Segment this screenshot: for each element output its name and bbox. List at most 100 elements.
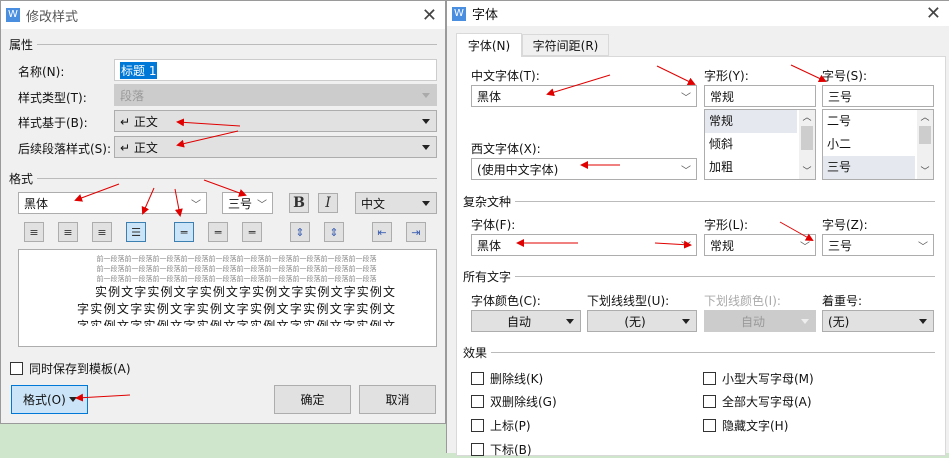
- tab-font[interactable]: 字体(N): [456, 33, 522, 57]
- checkbox-label: 隐藏文字(H): [722, 419, 789, 433]
- chevron-down-icon[interactable]: ﹀: [917, 164, 933, 177]
- list-item[interactable]: 倾斜: [705, 133, 797, 156]
- all-caps-checkbox[interactable]: 全部大写字母(A): [703, 393, 812, 410]
- scrollbar[interactable]: ︿ ﹀: [917, 110, 933, 179]
- font-select[interactable]: 黑体 ﹀: [18, 192, 207, 214]
- language-value: 中文: [361, 196, 386, 211]
- size-listbox[interactable]: 二号 小二 三号 ︿ ﹀: [822, 109, 934, 180]
- underline-color-select: 自动: [704, 310, 816, 332]
- chevron-down-icon: ﹀: [918, 241, 928, 253]
- west-font-select[interactable]: (使用中文字体) ﹀: [471, 158, 697, 180]
- list-item[interactable]: 加粗: [705, 156, 797, 179]
- cx-size-value: 三号: [828, 238, 853, 253]
- size-select[interactable]: 三号 ﹀: [222, 192, 273, 214]
- cn-font-select[interactable]: 黑体 ﹀: [471, 85, 697, 107]
- group-properties: 属性: [9, 36, 437, 53]
- underline-color-label: 下划线颜色(I):: [704, 294, 781, 308]
- cx-size-label: 字号(Z):: [822, 218, 868, 232]
- list-item[interactable]: 三号: [823, 156, 915, 179]
- preview-previous-paragraph: 前一段落前一段落前一段落前一段落前一段落前一段落前一段落前一段落前一段落前一段落: [96, 255, 377, 263]
- scrollbar-thumb[interactable]: [919, 126, 931, 144]
- dropdown-arrow-icon: [919, 318, 927, 324]
- cx-style-select[interactable]: 常规 ﹀: [704, 234, 816, 256]
- language-select[interactable]: 中文: [355, 192, 437, 214]
- checkbox-icon: [471, 443, 484, 456]
- cn-font-label: 中文字体(T):: [471, 69, 540, 83]
- underline-style-select[interactable]: (无): [587, 310, 697, 332]
- style-input[interactable]: 常规: [704, 85, 816, 107]
- west-font-label: 西文字体(X):: [471, 142, 541, 156]
- increase-para-spacing-icon[interactable]: ⇕: [290, 222, 310, 242]
- checkbox-icon: [703, 372, 716, 385]
- subscript-checkbox[interactable]: 下标(B): [471, 441, 532, 458]
- scrollbar-thumb[interactable]: [801, 126, 813, 150]
- double-spacing-icon[interactable]: ═: [242, 222, 262, 242]
- double-strikethrough-checkbox[interactable]: 双删除线(G): [471, 393, 557, 410]
- checkbox-icon: [703, 395, 716, 408]
- checkbox-label: 删除线(K): [490, 372, 544, 386]
- font-value: 黑体: [24, 196, 49, 211]
- decrease-para-spacing-icon[interactable]: ⇕: [324, 222, 344, 242]
- cx-size-select[interactable]: 三号 ﹀: [822, 234, 934, 256]
- style-preview: 前一段落前一段落前一段落前一段落前一段落前一段落前一段落前一段落前一段落前一段落…: [18, 249, 437, 347]
- close-icon[interactable]: ✕: [926, 3, 941, 24]
- dropdown-arrow-icon: [422, 118, 430, 124]
- dropdown-arrow-icon: [69, 397, 77, 402]
- chevron-up-icon[interactable]: ︿: [799, 110, 815, 123]
- dialog-title: 修改样式: [26, 9, 79, 25]
- group-label: 所有文字: [463, 270, 512, 284]
- wps-logo-icon: W: [6, 8, 20, 22]
- tab-character-spacing[interactable]: 字符间距(R): [522, 34, 609, 56]
- style-listbox[interactable]: 常规 倾斜 加粗 ︿ ﹀: [704, 109, 816, 180]
- superscript-checkbox[interactable]: 上标(P): [471, 417, 531, 434]
- font-color-select[interactable]: 自动: [471, 310, 581, 332]
- align-center-icon[interactable]: ≡: [58, 222, 78, 242]
- small-caps-checkbox[interactable]: 小型大写字母(M): [703, 370, 814, 387]
- cn-font-value: 黑体: [477, 89, 502, 104]
- format-menu-button[interactable]: 格式(O): [11, 385, 88, 414]
- style-type-select: 段落: [114, 84, 437, 106]
- next-style-label: 后续段落样式(S):: [18, 142, 112, 156]
- align-right-icon[interactable]: ≡: [92, 222, 112, 242]
- ok-button[interactable]: 确定: [274, 385, 351, 414]
- emphasis-mark-select[interactable]: (无): [822, 310, 934, 332]
- scrollbar[interactable]: ︿ ﹀: [799, 110, 815, 179]
- name-input[interactable]: 标题 1: [114, 59, 437, 81]
- align-left-icon[interactable]: ≡: [24, 222, 44, 242]
- decrease-indent-icon[interactable]: ⇤: [372, 222, 392, 242]
- single-spacing-icon[interactable]: ═: [174, 222, 194, 242]
- close-icon[interactable]: ✕: [422, 5, 437, 26]
- size-value: 三号: [828, 89, 853, 104]
- strikethrough-checkbox[interactable]: 删除线(K): [471, 370, 543, 387]
- save-to-template-checkbox[interactable]: 同时保存到模板(A): [10, 360, 131, 377]
- increase-indent-icon[interactable]: ⇥: [406, 222, 426, 242]
- list-item[interactable]: 常规: [705, 110, 797, 133]
- hidden-text-checkbox[interactable]: 隐藏文字(H): [703, 417, 788, 434]
- italic-button[interactable]: I: [318, 193, 338, 213]
- underline-style-label: 下划线线型(U):: [587, 294, 670, 308]
- next-style-select[interactable]: ↵ 正文: [114, 136, 437, 158]
- size-input[interactable]: 三号: [822, 85, 934, 107]
- list-item[interactable]: 二号: [823, 110, 915, 133]
- font-color-value: 自动: [506, 314, 531, 329]
- title-bar: W 字体 ✕: [447, 1, 949, 26]
- checkbox-label: 小型大写字母(M): [722, 372, 814, 386]
- title-bar: W 修改样式 ✕: [1, 1, 445, 29]
- align-justify-icon[interactable]: ☰: [126, 222, 146, 242]
- preview-previous-paragraph: 前一段落前一段落前一段落前一段落前一段落前一段落前一段落前一段落前一段落前一段落: [96, 275, 377, 283]
- cancel-button[interactable]: 取消: [359, 385, 436, 414]
- chevron-down-icon[interactable]: ﹀: [799, 164, 815, 177]
- checkbox-label: 全部大写字母(A): [722, 395, 812, 409]
- size-label: 字号(S):: [822, 69, 868, 83]
- bold-button[interactable]: B: [289, 193, 309, 213]
- group-label: 格式: [9, 172, 34, 186]
- chevron-up-icon[interactable]: ︿: [917, 110, 933, 123]
- list-item[interactable]: 小二: [823, 133, 915, 156]
- group-label: 效果: [463, 346, 488, 360]
- one-half-spacing-icon[interactable]: ═: [208, 222, 228, 242]
- group-complex-script: 复杂文种: [463, 193, 935, 210]
- based-on-select[interactable]: ↵ 正文: [114, 110, 437, 132]
- cx-font-select[interactable]: 黑体 ﹀: [471, 234, 697, 256]
- cx-style-label: 字形(L):: [704, 218, 749, 232]
- style-type-label: 样式类型(T):: [18, 91, 87, 105]
